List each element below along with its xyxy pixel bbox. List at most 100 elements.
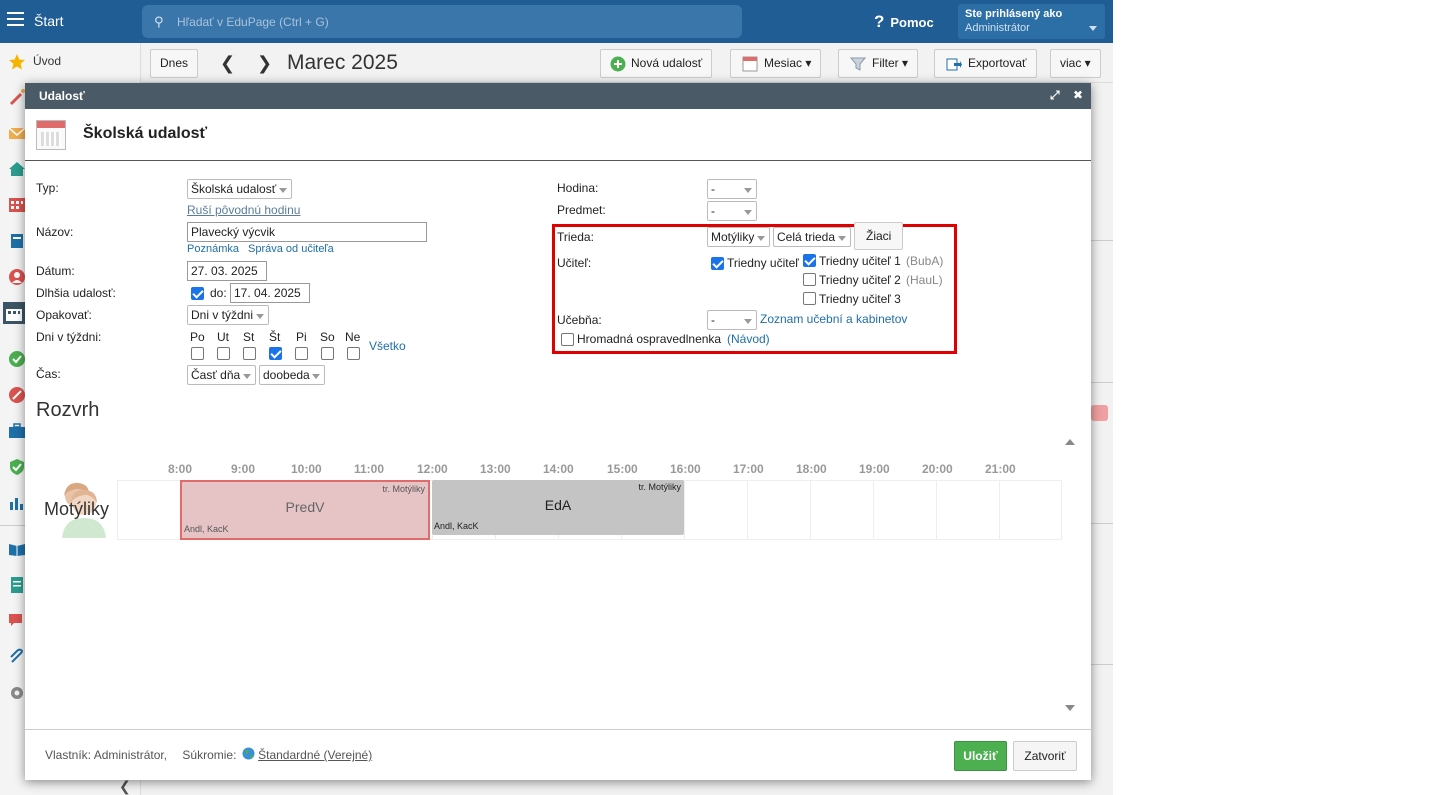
ucebna-select[interactable]: - [707, 310, 757, 330]
chat-icon[interactable] [8, 612, 26, 630]
grid-line [747, 481, 748, 539]
hour-tick: 14:00 [543, 462, 574, 476]
grid-line [936, 481, 937, 539]
chevron-down-icon [279, 188, 287, 193]
export-button[interactable]: Exportovať [934, 49, 1037, 78]
today-button[interactable]: Dnes [150, 49, 199, 78]
user-icon[interactable] [8, 268, 26, 286]
schedule-event[interactable]: tr. Motýliky EdA Andl, KacK [432, 480, 684, 535]
filter-button[interactable]: Filter ▾ [838, 49, 919, 78]
mass-excuse-checkbox[interactable] [561, 333, 574, 346]
magic-wand-icon[interactable] [8, 88, 26, 106]
class-teacher-1-checkbox[interactable] [803, 254, 816, 267]
room-list-link[interactable]: Zoznam učební a kabinetov [760, 312, 907, 326]
expand-icon[interactable]: ⤢ [1050, 88, 1060, 102]
paperclip-icon[interactable] [8, 648, 26, 666]
day-checkbox-st[interactable] [243, 347, 256, 360]
open-book-icon[interactable] [8, 540, 26, 558]
longer-event-checkbox[interactable] [191, 287, 204, 300]
class-teacher-2-checkbox[interactable] [803, 273, 816, 286]
top-bar: Štart ⚲ Hľadať v EduPage (Ctrl + G) ? Pom… [0, 0, 1113, 43]
day-checkbox-pi[interactable] [295, 347, 308, 360]
teacher-message-link[interactable]: Správa od učiteľa [248, 243, 334, 255]
grid-line [684, 481, 685, 539]
scroll-up-icon[interactable] [1065, 439, 1075, 445]
end-date-input[interactable]: 17. 04. 2025 [230, 283, 310, 303]
close-icon[interactable]: ✖ [1073, 88, 1083, 102]
predmet-select[interactable]: - [707, 201, 757, 221]
guide-link[interactable]: (Návod) [727, 332, 770, 346]
predmet-value: - [711, 204, 715, 218]
chevron-down-icon [312, 374, 320, 379]
typ-select[interactable]: Školská udalosť [187, 179, 292, 199]
no-entry-icon[interactable] [8, 386, 26, 404]
note-link[interactable]: Poznámka [187, 243, 239, 255]
sidebar-item-uvod[interactable]: Úvod [33, 54, 61, 68]
month-view-button[interactable]: Mesiac ▾ [730, 49, 822, 78]
chevron-down-icon [744, 188, 752, 193]
hamburger-menu-icon[interactable] [7, 12, 24, 29]
check-circle-icon[interactable] [8, 350, 26, 368]
hour-tick: 15:00 [607, 462, 638, 476]
schedule-event[interactable]: tr. Motýliky PredV Andl, KacK [180, 480, 430, 540]
trieda-scope-select[interactable]: Celá trieda [773, 227, 851, 247]
scroll-down-icon[interactable] [1065, 705, 1075, 711]
students-button[interactable]: Žiaci [854, 222, 904, 250]
day-checkbox-ne[interactable] [347, 347, 360, 360]
book-icon[interactable] [8, 232, 26, 250]
next-month-icon[interactable]: ❯ [257, 53, 272, 74]
repeat-label: Opakovať: [36, 308, 92, 322]
privacy-link[interactable]: Štandardné (Verejné) [258, 748, 372, 762]
timetable-icon[interactable] [8, 196, 26, 214]
shield-icon[interactable] [8, 458, 26, 476]
owner-text: Vlastník: Administrátor, [45, 748, 168, 762]
help-label: Pomoc [890, 15, 934, 30]
save-button[interactable]: Uložiť [954, 741, 1007, 771]
trieda-select[interactable]: Motýliky [707, 227, 770, 247]
class-teacher-2-label: Triedny učiteľ 2 [819, 273, 901, 287]
new-event-button[interactable]: Nová udalosť [600, 49, 713, 78]
gear-icon[interactable] [8, 684, 26, 702]
event-teachers: Andl, KacK [184, 524, 229, 534]
home-icon[interactable] [8, 160, 26, 178]
collapse-sidebar-icon[interactable]: ❮ [119, 778, 131, 795]
prev-month-icon[interactable]: ❮ [220, 53, 235, 74]
bg-event-pill [1091, 405, 1108, 421]
start-link[interactable]: Štart [34, 13, 64, 29]
hour-tick: 13:00 [480, 462, 511, 476]
help-button[interactable]: ? Pomoc [874, 12, 934, 32]
datum-input[interactable]: 27. 03. 2025 [187, 261, 267, 281]
time-label: Čas: [36, 367, 61, 381]
dialog-controls: ⤢ ✖ [1050, 88, 1083, 103]
nazov-input[interactable]: Plavecký výcvik [187, 222, 427, 242]
document-icon[interactable] [8, 576, 26, 594]
star-icon[interactable] [8, 53, 26, 71]
class-teacher-checkbox[interactable] [711, 257, 724, 270]
day-checkbox-ut[interactable] [217, 347, 230, 360]
close-button[interactable]: Zatvoriť [1013, 741, 1077, 771]
cancels-lesson-link[interactable]: Ruší pôvodnú hodinu [187, 203, 300, 217]
class-teacher-3-checkbox[interactable] [803, 292, 816, 305]
repeat-select[interactable]: Dni v týždni [187, 305, 269, 325]
day-checkbox-so[interactable] [321, 347, 334, 360]
nazov-label: Názov: [36, 225, 74, 239]
day-part-select[interactable]: doobeda [259, 365, 325, 385]
calendar-toolbar: Dnes ❮ ❯ Marec 2025 Nová udalosť Mesiac … [142, 43, 1113, 83]
time-select[interactable]: Časť dňa [187, 365, 256, 385]
more-button[interactable]: viac ▾ [1050, 49, 1101, 78]
hodina-select[interactable]: - [707, 179, 757, 199]
schedule-row-label: Motýliky [44, 499, 110, 519]
mail-icon[interactable] [8, 124, 26, 142]
calendar-icon[interactable] [2, 301, 26, 325]
hour-tick: 12:00 [417, 462, 448, 476]
class-teacher-3-label: Triedny učiteľ 3 [819, 292, 901, 306]
briefcase-icon[interactable] [8, 422, 26, 440]
search-input[interactable]: ⚲ Hľadať v EduPage (Ctrl + G) [142, 5, 742, 38]
day-checkbox-po[interactable] [191, 347, 204, 360]
day-checkbox-stv[interactable] [269, 347, 282, 360]
all-days-link[interactable]: Všetko [369, 339, 406, 353]
predmet-label: Predmet: [557, 203, 606, 217]
bar-chart-icon[interactable] [8, 494, 26, 512]
chevron-down-icon [744, 319, 752, 324]
user-menu[interactable]: Ste prihlásený ako Administrátor [958, 4, 1105, 39]
